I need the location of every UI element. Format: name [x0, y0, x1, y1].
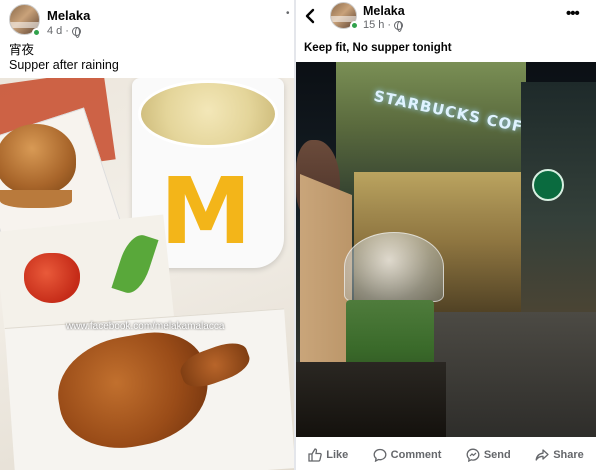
- post-text-line1: 宵夜: [9, 43, 35, 57]
- left-post: Melaka 4 d · • 宵夜 Supper after raining M…: [0, 0, 294, 470]
- comment-icon: [373, 448, 387, 462]
- drink-surface: [138, 80, 278, 148]
- comment-label: Comment: [390, 449, 442, 461]
- post-time[interactable]: 4 d: [47, 25, 62, 37]
- back-arrow-icon[interactable]: [303, 8, 317, 24]
- send-label: Send: [483, 449, 511, 461]
- author-name[interactable]: Melaka: [363, 4, 405, 18]
- post-photo-mcdonalds-supper[interactable]: M www.facebook.com/melakamalacca: [0, 78, 294, 470]
- share-button[interactable]: Share: [535, 448, 584, 462]
- more-options-dot[interactable]: •: [286, 8, 290, 19]
- like-label: Like: [326, 449, 349, 461]
- post-action-bar: Like Comment Send Share: [296, 440, 596, 470]
- share-label: Share: [553, 449, 584, 461]
- post-text: Keep fit, No supper tonight: [304, 42, 452, 54]
- apple-print: [24, 253, 80, 303]
- post-meta: 4 d ·: [47, 25, 81, 38]
- share-icon: [535, 449, 549, 461]
- post-meta: 15 h ·: [363, 19, 404, 32]
- siren-logo-sign: [532, 169, 564, 201]
- globe-icon: [394, 20, 404, 32]
- photo-watermark: www.facebook.com/melakamalacca: [66, 321, 225, 332]
- like-button[interactable]: Like: [308, 448, 348, 462]
- send-icon: [466, 448, 480, 462]
- more-options-icon[interactable]: •••: [566, 5, 580, 22]
- like-icon: [308, 448, 323, 462]
- right-post: Melaka 15 h · ••• Keep fit, No supper to…: [296, 0, 596, 470]
- author-name[interactable]: Melaka: [47, 8, 90, 23]
- dome-lid: [344, 232, 444, 302]
- post-photo-starbucks-drink[interactable]: STARBUCKS COFFEE: [296, 62, 596, 437]
- meta-separator: ·: [387, 19, 392, 31]
- send-button[interactable]: Send: [466, 448, 511, 462]
- comment-button[interactable]: Comment: [373, 448, 442, 462]
- meta-separator: ·: [65, 25, 69, 37]
- globe-icon: [71, 26, 81, 38]
- golden-arches-logo: M: [160, 158, 252, 265]
- online-status-dot: [350, 21, 359, 30]
- post-time[interactable]: 15 h: [363, 19, 384, 31]
- burger-bun-bottom: [0, 190, 72, 208]
- post-text-line2: Supper after raining: [9, 58, 119, 72]
- carrier-base: [296, 362, 446, 437]
- burger-bun: [0, 124, 76, 194]
- online-status-dot: [32, 28, 41, 37]
